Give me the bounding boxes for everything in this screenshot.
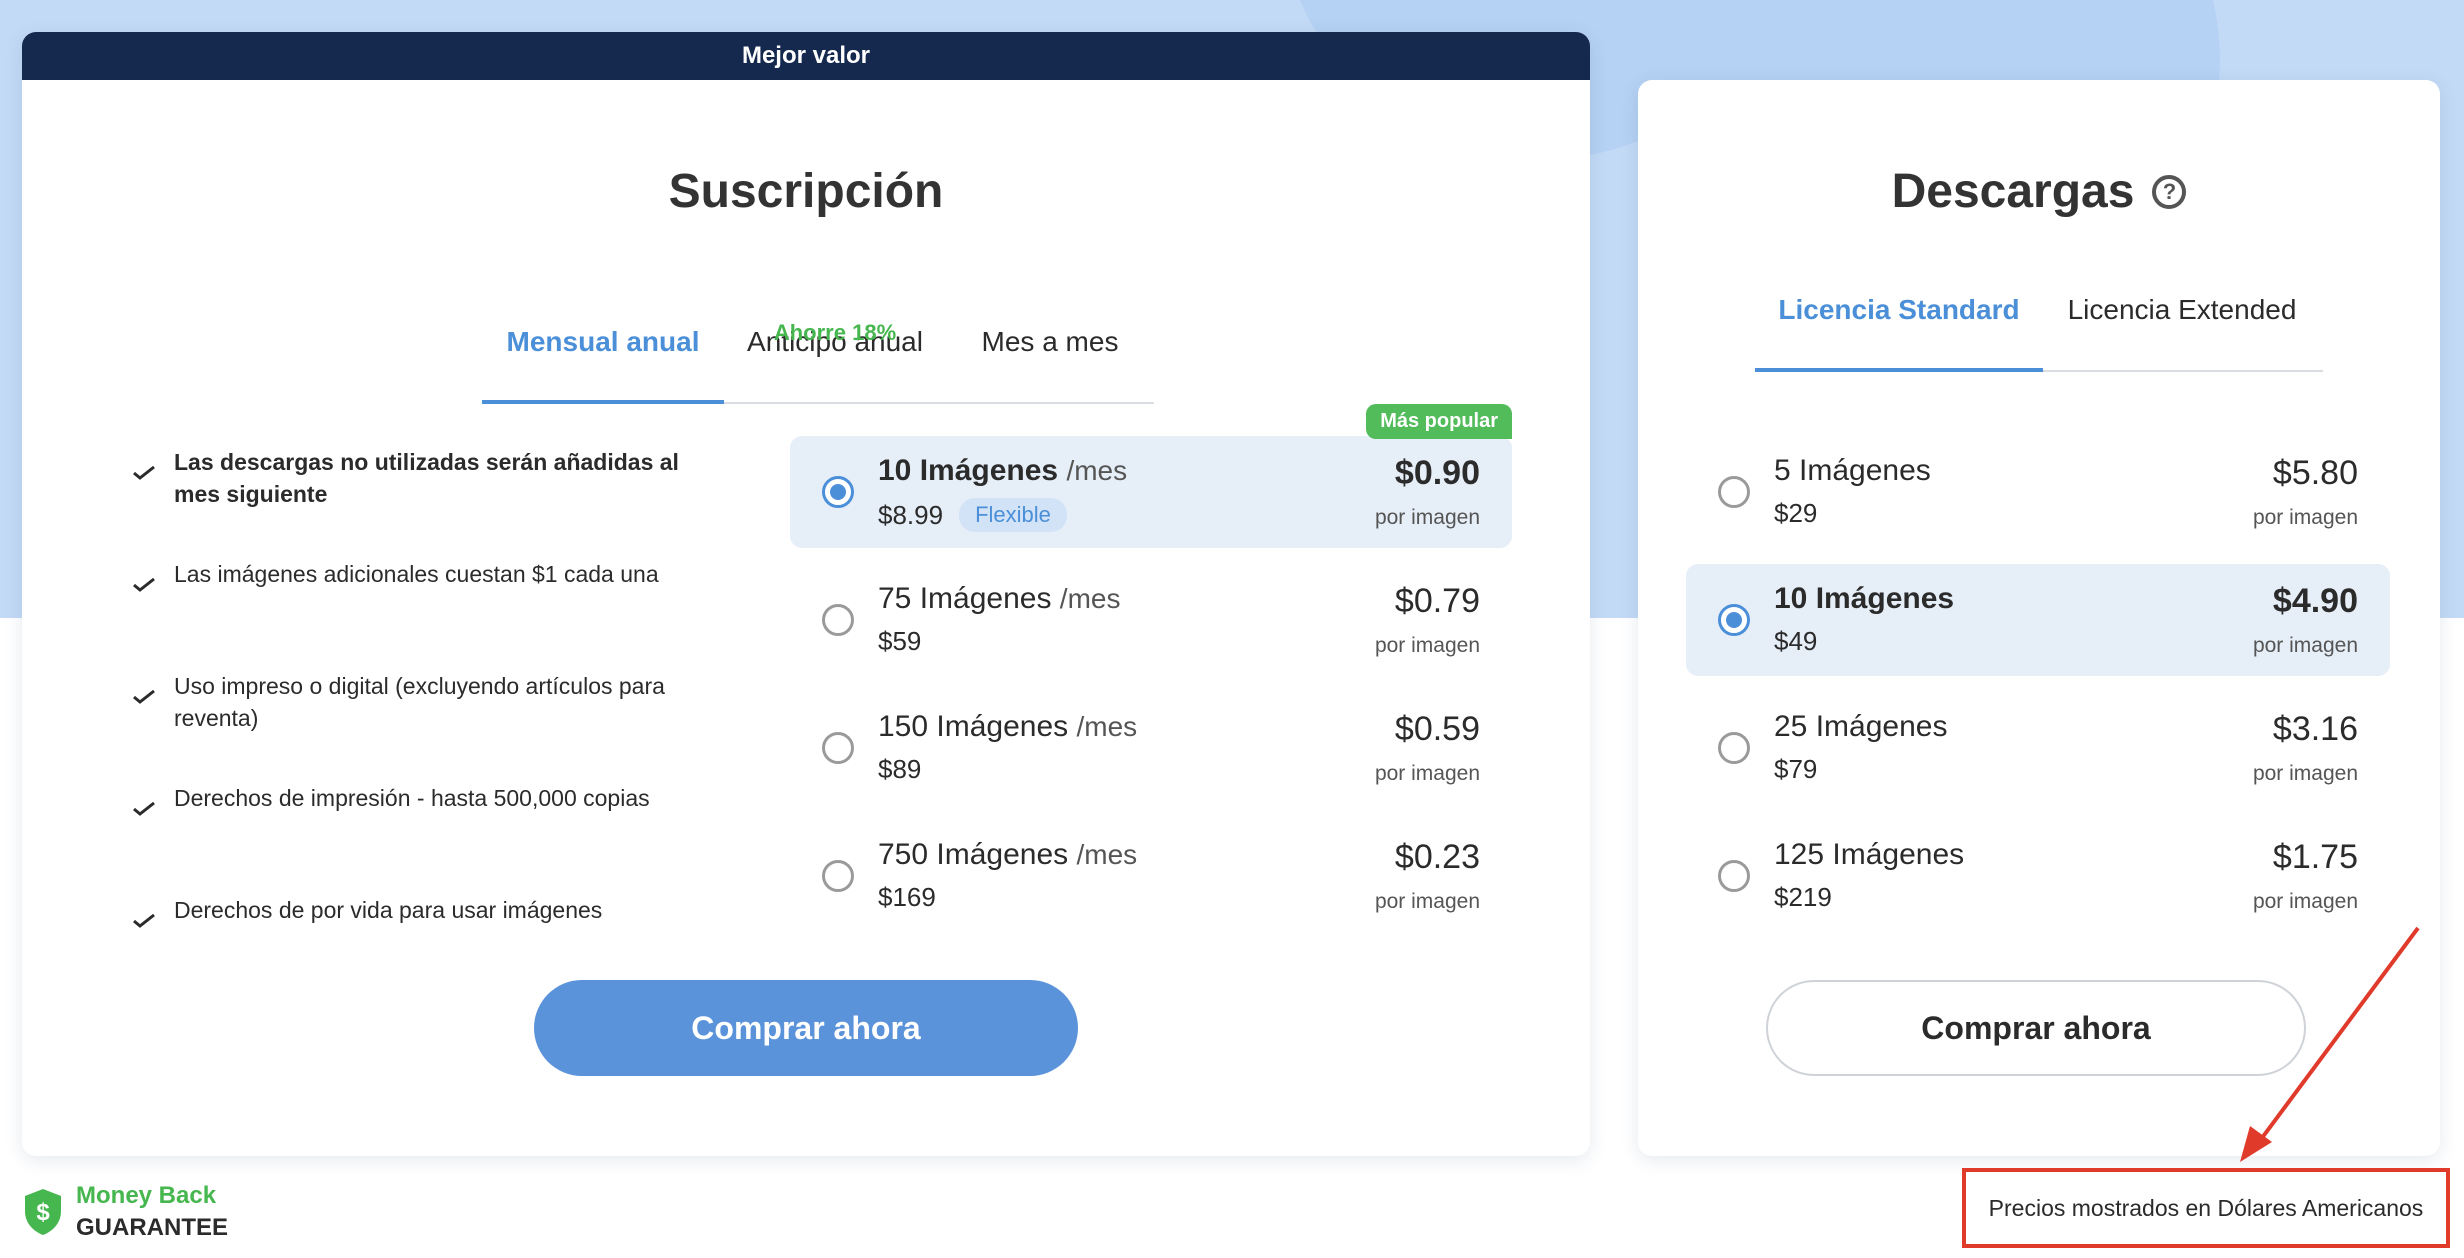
subscription-plan-75[interactable]: 75 Imágenes /mes $59 $0.79 por imagen xyxy=(790,564,1512,676)
guarantee-line2: GUARANTEE xyxy=(76,1214,229,1241)
tab-month-to-month[interactable]: Mes a mes xyxy=(946,302,1154,402)
plan-radio[interactable] xyxy=(1718,860,1750,892)
check-icon xyxy=(133,802,155,816)
check-icon xyxy=(133,466,155,480)
currency-note: Precios mostrados en Dólares Americanos xyxy=(1962,1168,2450,1248)
subscription-plan-10[interactable]: Más popular 10 Imágenes /mes $8.99 Flexib… xyxy=(790,404,1512,548)
feature-text: Las imágenes adicionales cuestan $1 cada… xyxy=(174,561,659,587)
plan-price: $0.79 xyxy=(1394,582,1480,620)
plan-total: $29 xyxy=(1774,498,1818,528)
subscription-title: Suscripción xyxy=(668,165,944,218)
plan-name: 750 Imágenes /mes xyxy=(878,838,1138,871)
downloads-card: Descargas ? Licencia Standard Licencia E… xyxy=(1638,80,2440,1156)
plan-total: $89 xyxy=(878,754,922,784)
download-plan-5[interactable]: 5 Imágenes $29 $5.80 por imagen xyxy=(1686,436,2390,548)
downloads-title: Descargas ? xyxy=(1638,164,2440,219)
best-value-banner: Mejor valor xyxy=(22,32,1590,80)
download-plan-25[interactable]: 25 Imágenes $79 $3.16 por imagen xyxy=(1686,692,2390,804)
plan-radio[interactable] xyxy=(822,860,854,892)
plan-name: 5 Imágenes xyxy=(1774,454,1931,487)
shield-dollar-icon: $ xyxy=(25,1189,61,1235)
plan-name: 125 Imágenes xyxy=(1774,838,1965,871)
feature-text: Derechos de impresión - hasta 500,000 co… xyxy=(174,785,650,811)
guarantee-line1: Money Back xyxy=(76,1182,217,1209)
subscription-plan-750[interactable]: 750 Imágenes /mes $169 $0.23 por imagen xyxy=(790,820,1512,932)
plan-price: $0.23 xyxy=(1394,838,1480,876)
tab-standard-license[interactable]: Licencia Standard xyxy=(1755,270,2043,372)
subscription-plan-150[interactable]: 150 Imágenes /mes $89 $0.59 por imagen xyxy=(790,692,1512,804)
plan-price: $4.90 xyxy=(2272,582,2358,620)
plan-unit: por imagen xyxy=(2252,634,2358,657)
plan-name: 10 Imágenes xyxy=(1774,582,1955,615)
tab-annual-prepaid[interactable]: Ahorre 18% Anticipo anual xyxy=(724,302,946,402)
feature-item: Las descargas no utilizadas serán añadid… xyxy=(126,446,686,558)
plan-radio[interactable] xyxy=(822,476,854,508)
plan-name: 75 Imágenes /mes xyxy=(878,582,1121,615)
tab-label: Licencia Standard xyxy=(1778,294,2020,325)
plan-name: 150 Imágenes /mes xyxy=(878,710,1138,743)
check-icon xyxy=(133,914,155,928)
feature-text: Uso impreso o digital (excluyendo artícu… xyxy=(174,673,665,731)
plan-total: $49 xyxy=(1774,626,1818,656)
plan-total: $219 xyxy=(1774,882,1832,912)
plan-radio[interactable] xyxy=(1718,604,1750,636)
plan-total: $169 xyxy=(878,882,936,912)
money-back-guarantee: $ Money Back GUARANTEE xyxy=(22,1180,228,1244)
plan-unit: por imagen xyxy=(2252,762,2358,785)
plan-total: $59 xyxy=(878,626,922,656)
buy-downloads-button[interactable]: Comprar ahora xyxy=(1766,980,2306,1076)
license-tabs: Licencia Standard Licencia Extended xyxy=(1755,270,2323,372)
plan-total: $8.99 Flexible xyxy=(878,498,1067,532)
plan-name: 10 Imágenes /mes xyxy=(878,454,1128,487)
buy-subscription-button[interactable]: Comprar ahora xyxy=(534,980,1078,1076)
tab-label: Licencia Extended xyxy=(2067,294,2297,325)
plan-radio[interactable] xyxy=(1718,732,1750,764)
plan-radio[interactable] xyxy=(822,732,854,764)
plan-radio[interactable] xyxy=(1718,476,1750,508)
plan-unit: por imagen xyxy=(1374,762,1480,785)
flexible-badge: Flexible xyxy=(959,498,1067,532)
plan-price: $0.90 xyxy=(1394,454,1480,492)
most-popular-badge: Más popular xyxy=(1366,404,1512,439)
plan-price: $5.80 xyxy=(2272,454,2358,492)
tab-monthly-annual[interactable]: Mensual anual xyxy=(482,302,724,404)
plan-unit: por imagen xyxy=(1374,890,1480,913)
plan-unit: por imagen xyxy=(1374,634,1480,657)
subscription-card: Mejor valor Suscripción Mensual anual Ah… xyxy=(22,32,1590,1156)
tab-label: Mes a mes xyxy=(981,326,1119,357)
check-icon xyxy=(133,690,155,704)
feature-text: Derechos de por vida para usar imágenes xyxy=(174,897,603,923)
plan-radio[interactable] xyxy=(822,604,854,636)
plan-unit: por imagen xyxy=(2252,890,2358,913)
plan-unit: por imagen xyxy=(2252,506,2358,529)
download-plan-10[interactable]: 10 Imágenes $49 $4.90 por imagen xyxy=(1686,564,2390,676)
download-plan-125[interactable]: 125 Imágenes $219 $1.75 por imagen xyxy=(1686,820,2390,932)
feature-item: Las imágenes adicionales cuestan $1 cada… xyxy=(126,558,686,670)
plan-price: $1.75 xyxy=(2272,838,2358,876)
feature-list: Las descargas no utilizadas serán añadid… xyxy=(126,446,686,1006)
question-circle-icon[interactable]: ? xyxy=(2152,174,2187,209)
feature-item: Derechos de impresión - hasta 500,000 co… xyxy=(126,782,686,894)
savings-badge: Ahorre 18% xyxy=(773,320,897,345)
plan-name: 25 Imágenes xyxy=(1774,710,1948,743)
plan-unit: por imagen xyxy=(1374,506,1480,529)
check-icon xyxy=(133,578,155,592)
plan-price: $3.16 xyxy=(2272,710,2358,748)
plan-price: $0.59 xyxy=(1394,710,1480,748)
tab-label: Mensual anual xyxy=(506,326,700,357)
feature-item: Uso impreso o digital (excluyendo artícu… xyxy=(126,670,686,782)
subscription-tabs: Mensual anual Ahorre 18% Anticipo anual … xyxy=(482,302,1154,404)
svg-text:$: $ xyxy=(36,1199,50,1226)
plan-total: $79 xyxy=(1774,754,1818,784)
feature-text: Las descargas no utilizadas serán añadid… xyxy=(174,449,679,507)
tab-extended-license[interactable]: Licencia Extended xyxy=(2043,270,2321,370)
